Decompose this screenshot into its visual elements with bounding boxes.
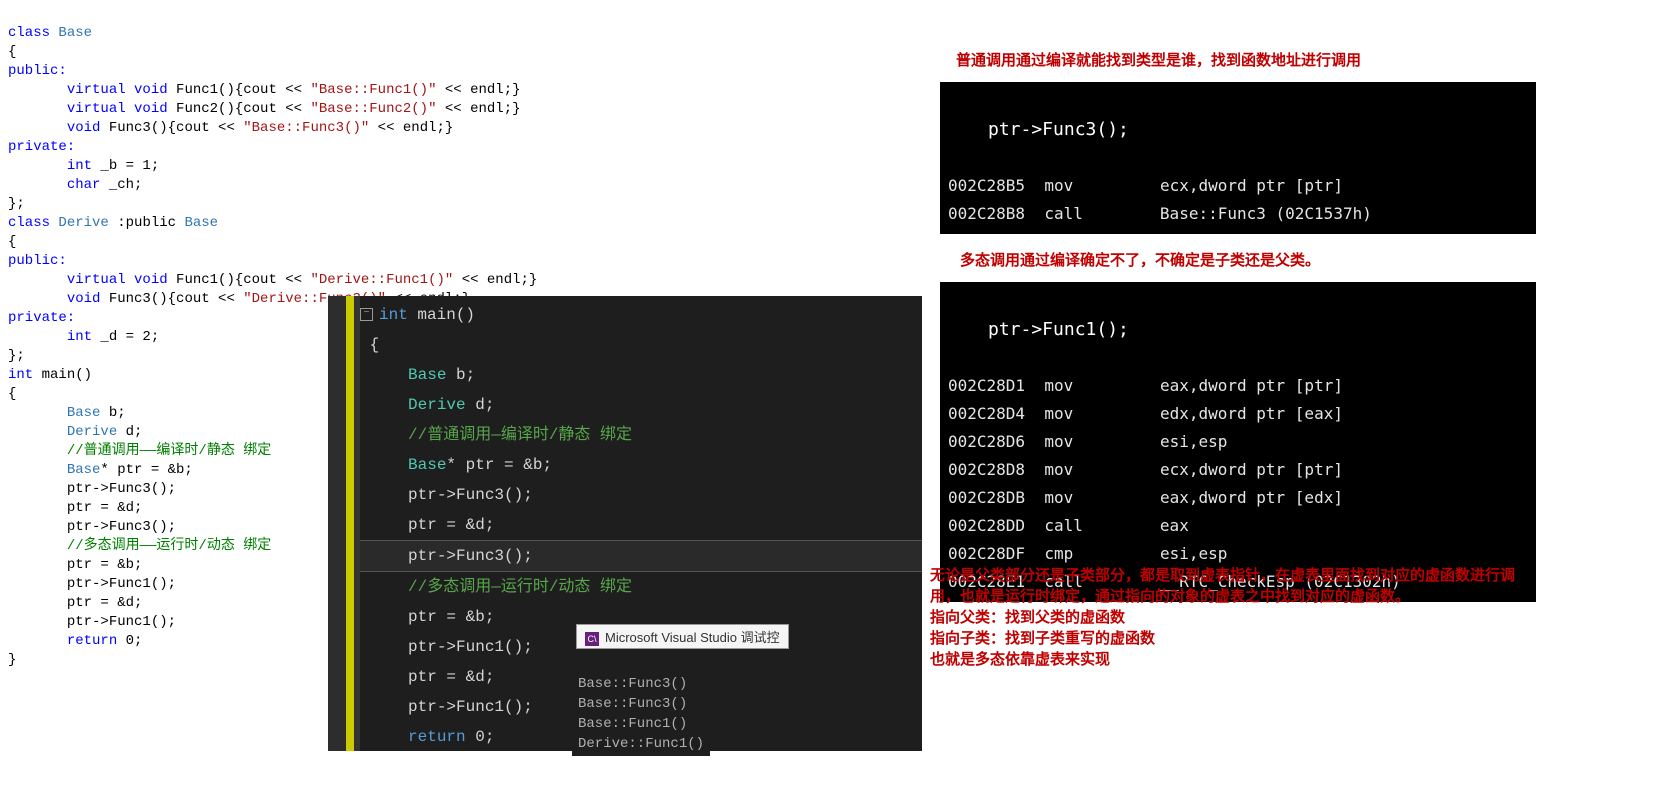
- class-derive: Derive: [58, 215, 108, 231]
- vs-tooltip: C\Microsoft Visual Studio 调试控: [576, 624, 789, 649]
- class-base: Base: [58, 25, 92, 41]
- annot-explanation: 无论是父类部分还是子类部分，都是取到虚表指针，在虚表里面找到对应的虚函数进行调用…: [930, 565, 1540, 670]
- vs-icon: C\: [585, 632, 599, 646]
- comment-dynamic: //多态调用——运行时/动态 绑定: [67, 538, 271, 554]
- current-line: ptr->Func3();: [360, 540, 922, 572]
- comment-static: //普通调用——编译时/静态 绑定: [67, 443, 271, 459]
- collapse-icon[interactable]: −: [360, 308, 373, 321]
- kw-private: private:: [8, 139, 75, 155]
- asm-panel-func3: ptr->Func3(); 002C28B5 mov ecx,dword ptr…: [940, 82, 1536, 234]
- annot-poly-call: 多态调用通过编译确定不了，不确定是子类还是父类。: [960, 250, 1520, 271]
- console-output: Base::Func3() Base::Func3() Base::Func1(…: [572, 652, 710, 756]
- annot-static-call: 普通调用通过编译就能找到类型是谁，找到函数地址进行调用: [956, 50, 1516, 71]
- kw-class: class: [8, 25, 58, 41]
- kw-public: public:: [8, 63, 67, 79]
- asm-panel-func1: ptr->Func1(); 002C28D1 mov eax,dword ptr…: [940, 282, 1536, 602]
